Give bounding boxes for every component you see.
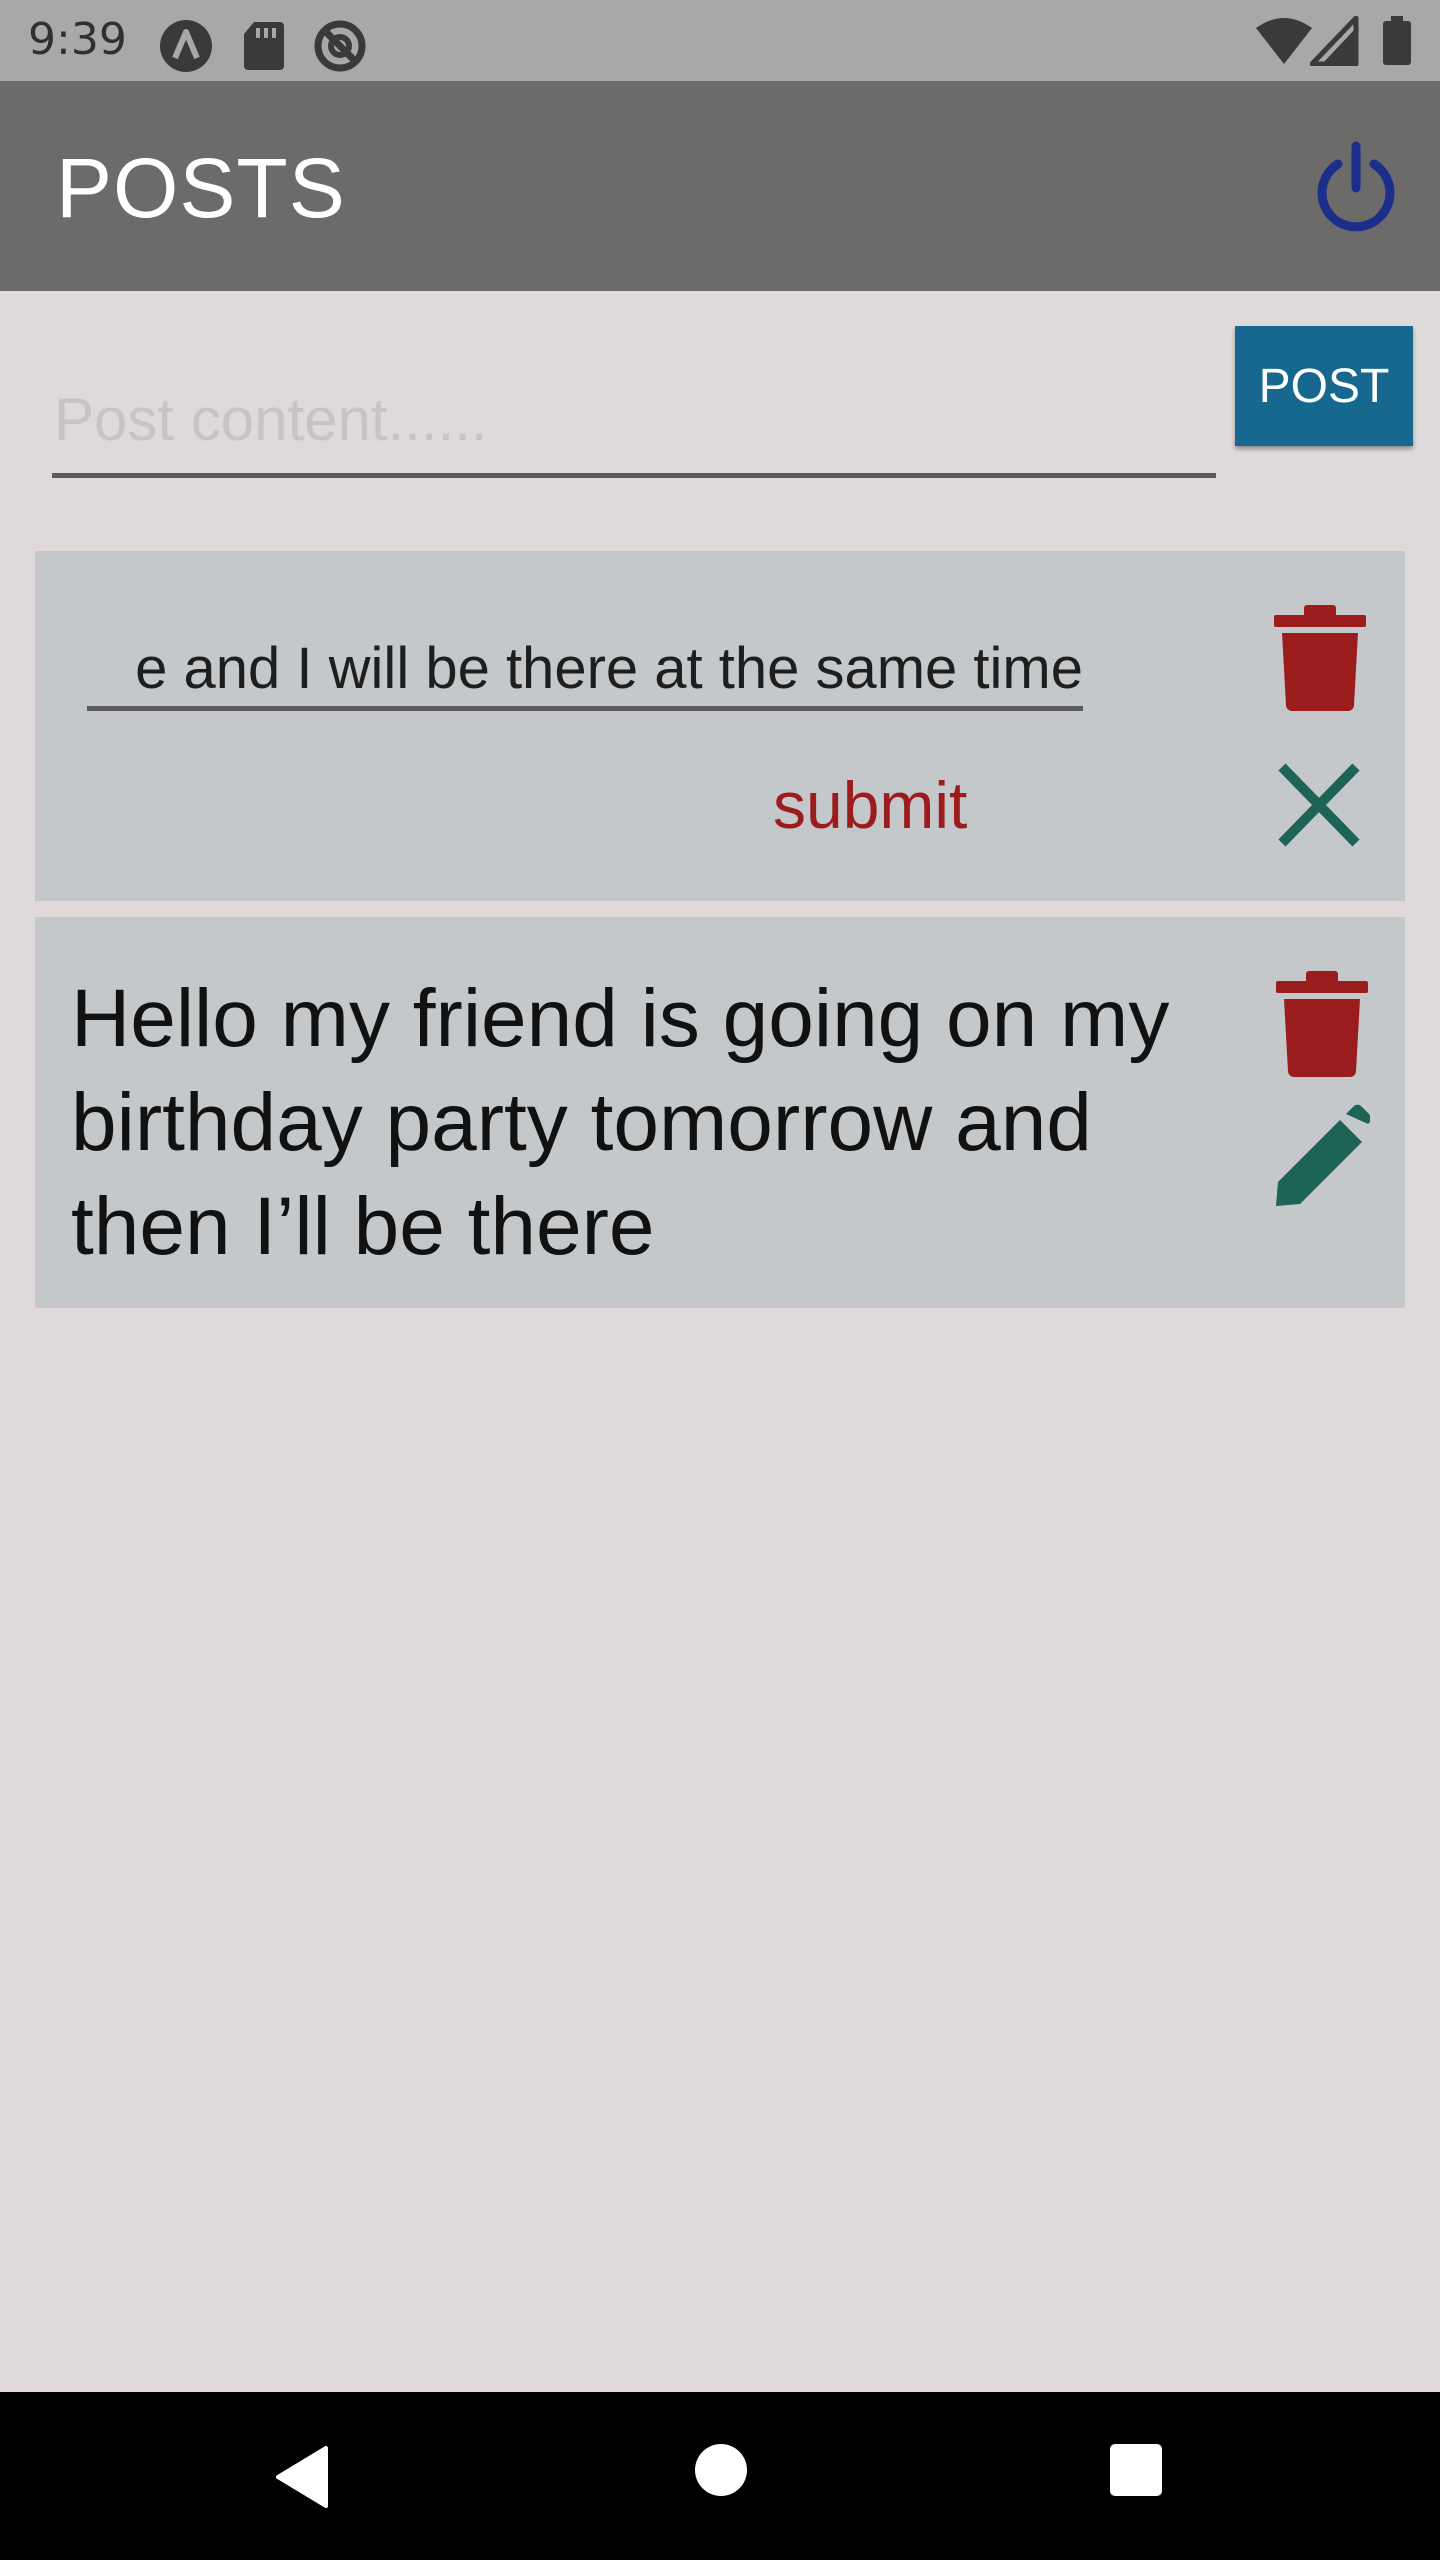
delete-icon[interactable]	[1272, 967, 1372, 1077]
signal-icon	[1310, 16, 1359, 66]
submit-button[interactable]: submit	[773, 767, 967, 843]
close-icon[interactable]	[1270, 751, 1370, 861]
recents-icon[interactable]	[1108, 2442, 1164, 2498]
status-bar: 9:39	[0, 0, 1440, 81]
no-sync-icon	[314, 20, 366, 72]
wifi-icon	[1256, 18, 1312, 64]
power-icon[interactable]	[1308, 140, 1404, 236]
delete-icon[interactable]	[1270, 601, 1370, 711]
edit-icon[interactable]	[1270, 1102, 1370, 1212]
post-card: Hello my friend is going on my birthday …	[35, 917, 1405, 1308]
home-icon[interactable]	[693, 2442, 749, 2498]
edit-post-input[interactable]	[87, 631, 1083, 711]
nav-bar	[0, 2392, 1440, 2560]
post-button[interactable]: POST	[1235, 326, 1413, 446]
sd-card-icon	[244, 22, 284, 70]
a-icon	[160, 20, 212, 72]
page-title: POSTS	[56, 141, 346, 235]
battery-icon	[1383, 16, 1411, 65]
post-text: Hello my friend is going on my birthday …	[71, 973, 1170, 1272]
back-icon[interactable]	[270, 2442, 340, 2512]
post-content-input[interactable]	[52, 366, 1216, 478]
status-time: 9:39	[28, 14, 127, 65]
post-card: submit	[35, 551, 1405, 901]
